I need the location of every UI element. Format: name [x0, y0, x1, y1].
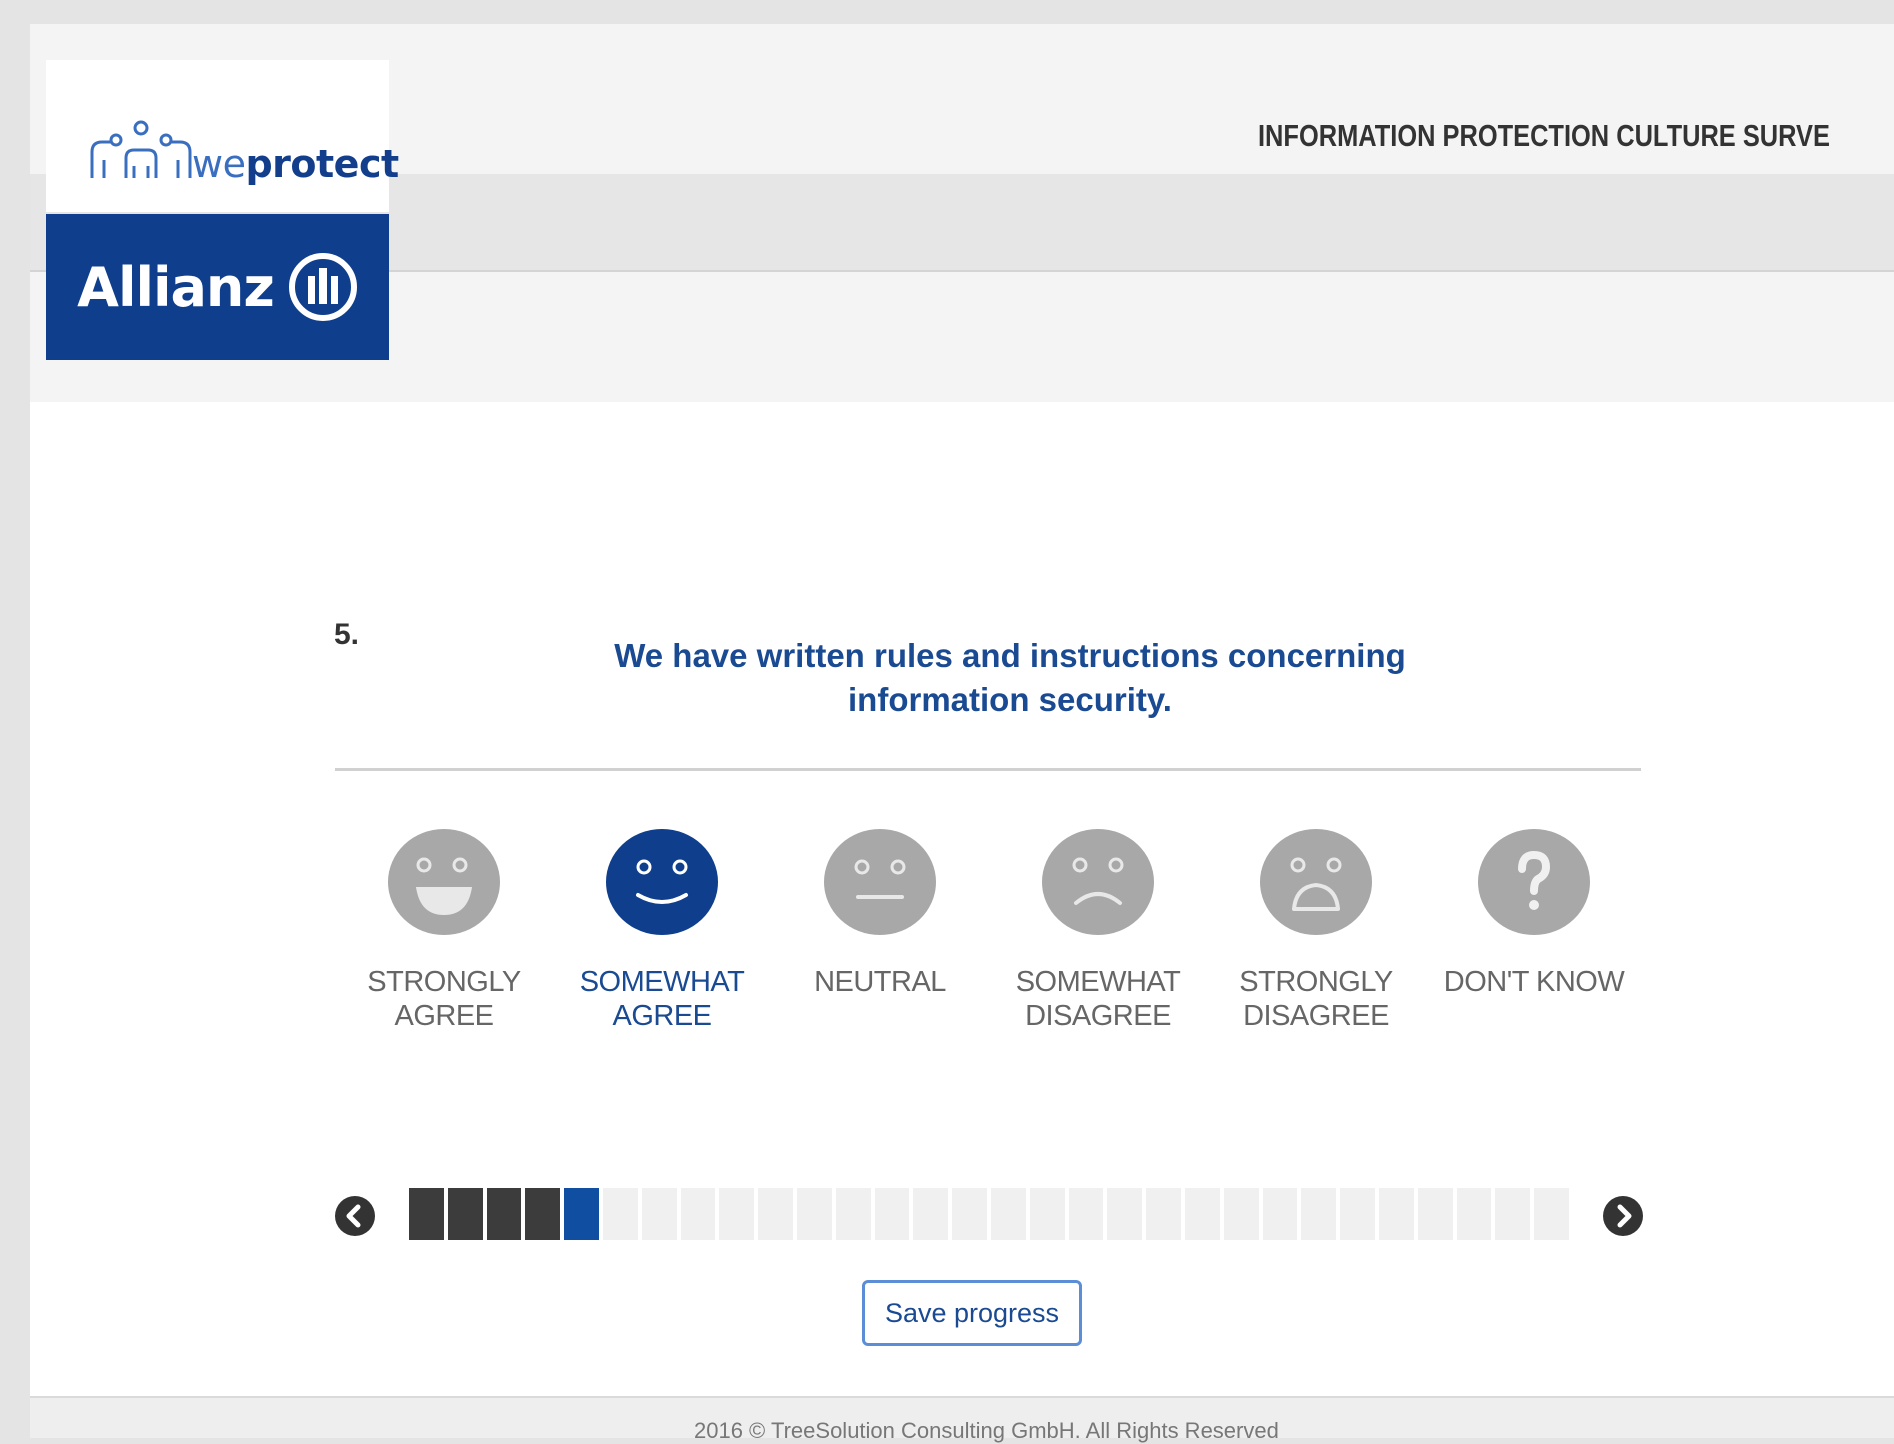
- option-label: SOMEWHAT DISAGREE: [1015, 966, 1181, 1032]
- chevron-right-icon[interactable]: [1603, 1196, 1643, 1236]
- progress-segment: [1340, 1188, 1375, 1240]
- allianz-emblem-icon: [288, 253, 357, 321]
- progress-segment: [913, 1188, 949, 1240]
- option-label: NEUTRAL: [814, 966, 946, 998]
- progress-segment: [1107, 1188, 1143, 1240]
- neutral-face-icon[interactable]: [824, 829, 936, 935]
- weprotect-logo: weprotect: [46, 60, 399, 212]
- strongly-disagree-face-icon[interactable]: [1260, 829, 1372, 935]
- progress-segment: [796, 1188, 832, 1240]
- progress-segment: [1495, 1188, 1531, 1240]
- option-strongly-agree[interactable]: STRONGLY AGREE: [349, 829, 539, 1033]
- progress-segment: [602, 1188, 638, 1240]
- progress-segment: [1378, 1188, 1414, 1240]
- weprotect-wordmark: weprotect: [192, 142, 399, 186]
- progress-segment: [680, 1188, 716, 1240]
- progress-segment: [758, 1188, 793, 1240]
- progress-segment: [1534, 1188, 1569, 1240]
- progress-bar: [409, 1188, 1569, 1240]
- question-divider: [335, 768, 1641, 771]
- progress-segment: [1417, 1188, 1453, 1240]
- progress-segment: [1301, 1188, 1337, 1240]
- people-group-icon: [90, 120, 192, 178]
- option-label: STRONGLY AGREE: [367, 966, 521, 1032]
- option-label: STRONGLY DISAGREE: [1239, 966, 1393, 1032]
- question-mark-icon[interactable]: [1478, 829, 1590, 935]
- question-number: 5.: [334, 618, 360, 651]
- survey-page: weprotect Allianz INFORMATION PROTECTION…: [30, 24, 1894, 1438]
- option-label: SOMEWHAT AGREE: [579, 966, 745, 1032]
- progress-segment: [1184, 1188, 1220, 1240]
- progress-segment: [990, 1188, 1026, 1240]
- progress-segment: [641, 1188, 677, 1240]
- progress-segment: [1068, 1188, 1104, 1240]
- progress-segment: [1223, 1188, 1259, 1240]
- progress-segment: [1262, 1188, 1298, 1240]
- option-dont-know[interactable]: DON'T KNOW: [1439, 829, 1629, 999]
- somewhat-disagree-face-icon[interactable]: [1042, 829, 1154, 935]
- progress-segment: [835, 1188, 871, 1240]
- option-strongly-disagree[interactable]: STRONGLY DISAGREE: [1221, 829, 1411, 1033]
- somewhat-agree-face-icon[interactable]: [606, 829, 718, 935]
- allianz-wordmark: Allianz: [77, 255, 275, 319]
- progress-segment: [874, 1188, 910, 1240]
- progress-segment: [564, 1188, 599, 1240]
- strongly-agree-face-icon[interactable]: [388, 829, 500, 935]
- survey-title: INFORMATION PROTECTION CULTURE SURVE: [1258, 118, 1830, 153]
- progress-segment: [1029, 1188, 1065, 1240]
- option-neutral[interactable]: NEUTRAL: [785, 829, 975, 999]
- progress-segment: [952, 1188, 987, 1240]
- progress-segment: [409, 1188, 444, 1240]
- progress-segment: [719, 1188, 755, 1240]
- logo-protect: protect: [245, 142, 399, 186]
- footer-copyright: 2016 © TreeSolution Consulting GmbH. All…: [694, 1418, 1279, 1443]
- allianz-logo: Allianz: [46, 214, 389, 360]
- option-somewhat-disagree[interactable]: SOMEWHAT DISAGREE: [1003, 829, 1193, 1033]
- save-progress-button[interactable]: Save progress: [862, 1280, 1082, 1346]
- progress-segment: [525, 1188, 561, 1240]
- option-somewhat-agree[interactable]: SOMEWHAT AGREE: [567, 829, 757, 1033]
- logo-we: we: [192, 142, 246, 186]
- progress-segment: [447, 1188, 483, 1240]
- progress-segment: [486, 1188, 522, 1240]
- question-text: We have written rules and instructions c…: [614, 637, 1406, 718]
- chevron-left-icon[interactable]: [335, 1196, 375, 1236]
- option-label: DON'T KNOW: [1443, 966, 1625, 998]
- progress-segment: [1456, 1188, 1492, 1240]
- progress-segment: [1146, 1188, 1181, 1240]
